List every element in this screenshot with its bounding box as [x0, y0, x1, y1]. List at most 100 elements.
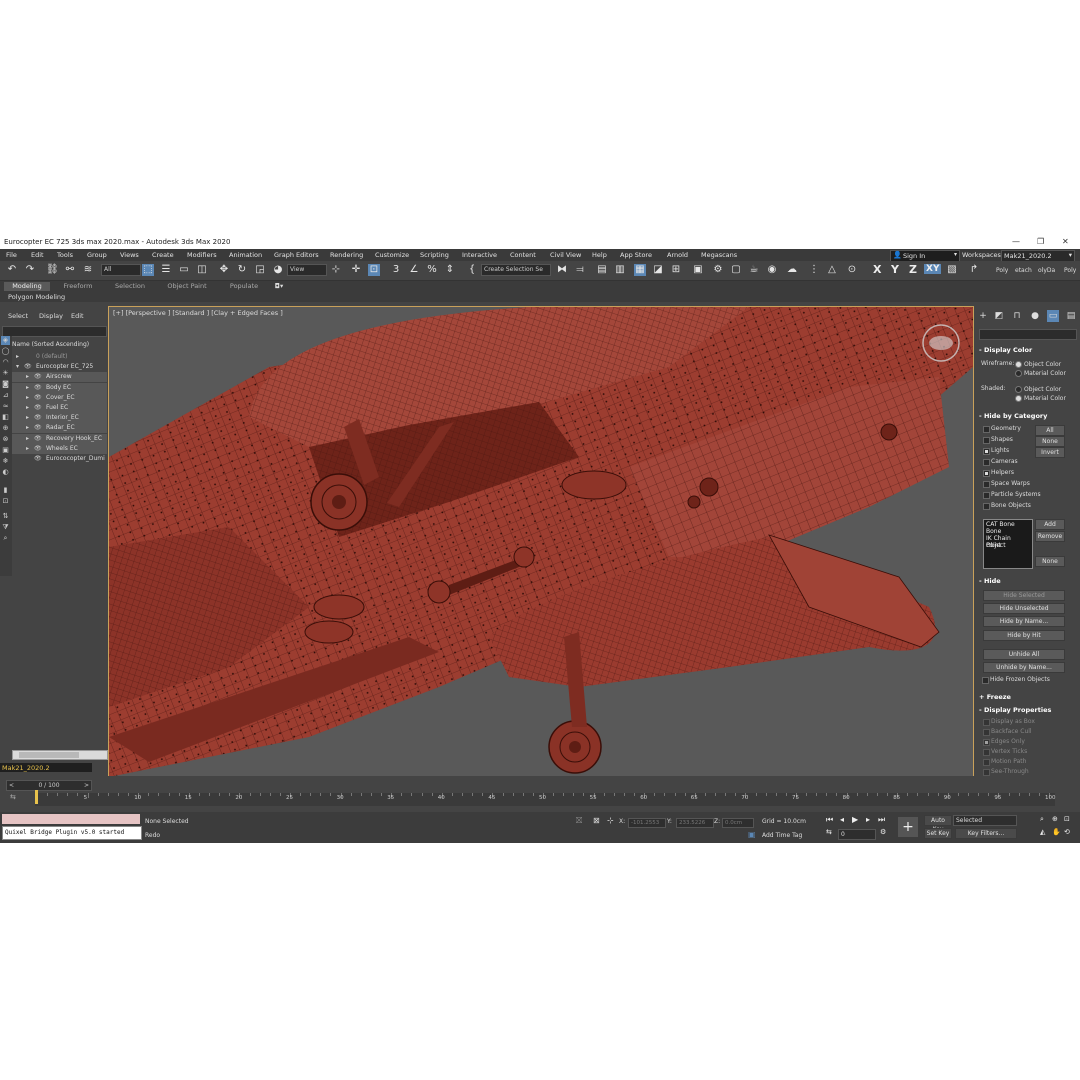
isolate-icon[interactable]: ⛝ — [576, 816, 582, 826]
close-button[interactable]: ✕ — [1062, 237, 1069, 246]
category-all-button[interactable]: All — [1035, 425, 1065, 436]
zoom-icon[interactable]: ⌕ — [1040, 815, 1044, 824]
expand-arrow-icon[interactable]: ▸ — [26, 394, 29, 401]
menu-interactive[interactable]: Interactive — [462, 251, 497, 259]
poly-tab-1[interactable]: Poly — [996, 267, 1008, 274]
link-icon[interactable]: ⛓ — [46, 264, 59, 276]
find-icon[interactable]: ⌕ — [1, 534, 10, 543]
menu-app-store[interactable]: App Store — [620, 251, 652, 259]
zoom-extents-icon[interactable]: ⊡ — [1064, 815, 1070, 823]
viewport-perspective[interactable]: [+] [Perspective ] [Standard ] [Clay + E… — [108, 306, 974, 778]
keyboard-shortcut-icon[interactable]: ⊡ — [368, 264, 380, 276]
menu-civil-view[interactable]: Civil View — [550, 251, 581, 259]
scene-tree-row[interactable]: 👁 Eurococopter_Dumi — [12, 454, 107, 464]
scene-menu-edit[interactable]: Edit — [71, 312, 84, 320]
scene-explorer-scrollbar[interactable] — [12, 750, 108, 760]
selection-filter-dropdown[interactable]: All — [101, 264, 141, 276]
display-children-icon[interactable]: ▮ — [1, 486, 10, 495]
rollout-display-properties[interactable]: - Display Properties — [979, 706, 1075, 716]
spinner-snap-icon[interactable]: ⇕ — [444, 264, 456, 276]
move-icon[interactable]: ✥ — [218, 264, 230, 276]
sort-icon[interactable]: ⇅ — [1, 512, 10, 521]
placement-icon[interactable]: ◕ — [272, 264, 284, 276]
undo-icon[interactable]: ↶ — [6, 264, 18, 276]
mirror-icon[interactable]: ⧓ — [556, 264, 568, 276]
display-cameras-icon[interactable]: ◙ — [1, 380, 10, 389]
category-none-button[interactable]: None — [1035, 436, 1065, 447]
scene-tree-row[interactable]: ▸ 👁 Radar_EC — [12, 423, 107, 434]
menu-group[interactable]: Group — [87, 251, 107, 259]
maximize-button[interactable]: ❐ — [1037, 237, 1044, 246]
unhide-all-button[interactable]: Unhide All — [983, 649, 1065, 660]
viewport-label[interactable]: [+] [Perspective ] [Standard ] [Clay + E… — [113, 309, 283, 317]
modify-tab-icon[interactable]: ◩ — [993, 310, 1005, 322]
display-bones-icon[interactable]: ⊗ — [1, 435, 10, 444]
category-checkbox[interactable] — [983, 448, 990, 455]
x-coordinate-field[interactable]: -101.2553 — [628, 818, 666, 828]
track-bar[interactable]: 5 10 15 20 25 30 35 40 45 50 55 60 65 70 75 80 85 90 95 100 — [35, 793, 1056, 806]
selection-lock-icon[interactable]: ⊠ — [593, 816, 600, 825]
menu-edit[interactable]: Edit — [31, 251, 44, 259]
display-tab-icon[interactable]: ▭ — [1047, 310, 1059, 322]
next-key-icon[interactable]: ▸ — [866, 815, 870, 824]
motion-tab-icon[interactable]: ● — [1029, 310, 1041, 322]
category-checkbox[interactable] — [983, 492, 990, 499]
hide-unselected-button[interactable]: Hide Unselected — [983, 603, 1065, 614]
category-checkbox[interactable] — [983, 503, 990, 510]
menu-rendering[interactable]: Rendering — [330, 251, 363, 259]
display-containers-icon[interactable]: ▣ — [1, 446, 10, 455]
zoom-all-icon[interactable]: ⊕ — [1052, 815, 1058, 823]
z-coordinate-field[interactable]: 0.0cm — [722, 818, 754, 828]
tab-selection[interactable]: Selection — [108, 282, 152, 291]
snapshot-icon[interactable]: ▧ — [946, 264, 958, 276]
snaps-toggle-icon[interactable]: 3 — [390, 264, 402, 276]
rollout-hide[interactable]: - Hide — [979, 577, 1075, 587]
scene-tree-row[interactable]: ▸ 👁 Interior_EC — [12, 413, 107, 424]
curve-editor-icon[interactable]: ◪ — [652, 264, 664, 276]
menu-file[interactable]: File — [6, 251, 17, 259]
visibility-eye-icon[interactable]: 👁 — [34, 445, 42, 452]
utilities-tab-icon[interactable]: ▤ — [1065, 310, 1077, 322]
display-property-checkbox[interactable] — [983, 729, 990, 736]
reference-coord-dropdown[interactable]: View — [287, 264, 327, 276]
category-checkbox[interactable] — [983, 481, 990, 488]
menu-help[interactable]: Help — [592, 251, 607, 259]
wireframe-material-color-radio[interactable] — [1015, 370, 1022, 377]
expand-arrow-icon[interactable]: ▾ — [16, 363, 19, 370]
axis-x-button[interactable]: X — [873, 263, 881, 276]
named-selection-icon[interactable]: { — [466, 264, 478, 276]
display-geometry-icon[interactable]: ◯ — [1, 347, 10, 356]
go-to-end-icon[interactable]: ⏭ — [878, 815, 885, 825]
menu-create[interactable]: Create — [152, 251, 174, 259]
visibility-eye-icon[interactable]: 👁 — [34, 455, 42, 462]
select-manipulate-icon[interactable]: ✛ — [350, 264, 362, 276]
menu-content[interactable]: Content — [510, 251, 536, 259]
wireframe-object-color-radio[interactable] — [1015, 361, 1022, 368]
time-playhead[interactable] — [35, 790, 38, 804]
add-time-tag[interactable]: Add Time Tag — [762, 832, 802, 839]
minimize-button[interactable]: — — [1012, 237, 1020, 246]
scene-tree-row[interactable]: ▸ 👁 Body EC — [12, 382, 107, 393]
time-slider[interactable]: < 0 / 100 > — [6, 780, 92, 791]
grid-snap-icon[interactable]: ⋮ — [808, 264, 820, 276]
tab-object-paint[interactable]: Object Paint — [160, 282, 214, 291]
rollout-freeze[interactable]: + Freeze — [979, 693, 1075, 703]
visibility-eye-icon[interactable]: 👁 — [34, 394, 42, 401]
key-mode-dropdown[interactable]: Selected — [953, 815, 1017, 826]
visibility-eye-icon[interactable]: 👁 — [34, 384, 42, 391]
category-checkbox[interactable] — [983, 459, 990, 466]
rollout-hide-by-category[interactable]: - Hide by Category — [979, 412, 1075, 422]
scene-tree-row[interactable]: ▸ 0 (default) — [12, 352, 107, 362]
display-groups-icon[interactable]: ◧ — [1, 413, 10, 422]
command-panel-dropdown[interactable] — [979, 329, 1077, 340]
tab-populate[interactable]: Populate — [222, 282, 266, 291]
hide-frozen-checkbox[interactable] — [982, 677, 989, 684]
hook-icon[interactable]: ↱ — [968, 264, 980, 276]
percent-snap-icon[interactable]: % — [426, 264, 438, 276]
absolute-mode-icon[interactable]: ⊹ — [607, 816, 614, 825]
menu-views[interactable]: Views — [120, 251, 139, 259]
category-invert-button[interactable]: Invert — [1035, 447, 1065, 458]
render-active-icon[interactable]: ◉ — [766, 264, 778, 276]
render-teapot-icon[interactable]: ☕ — [748, 264, 760, 276]
expand-arrow-icon[interactable]: ▸ — [26, 445, 29, 452]
